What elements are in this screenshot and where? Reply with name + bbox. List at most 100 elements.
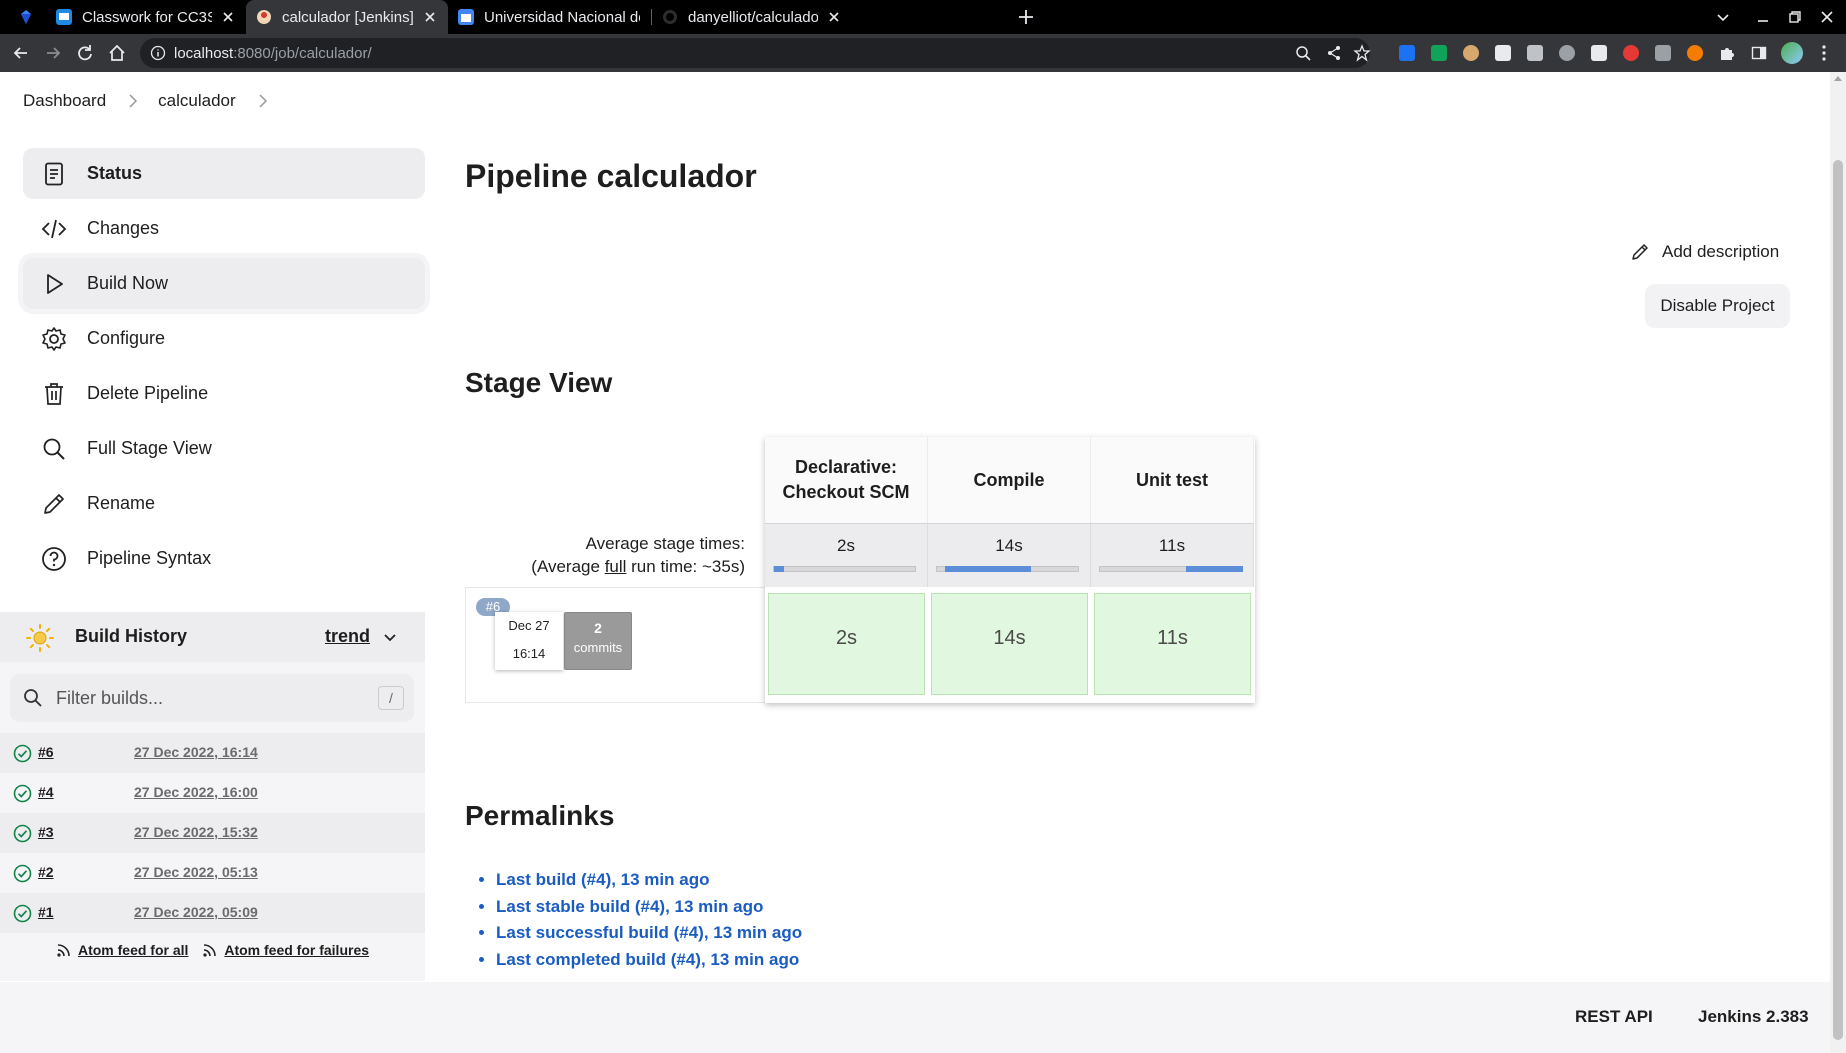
atom-feed-all-link[interactable]: Atom feed for all	[56, 942, 188, 958]
chevron-down-icon[interactable]	[382, 629, 398, 645]
build-date-link[interactable]: 27 Dec 2022, 16:00	[134, 784, 258, 800]
build-date-link[interactable]: 27 Dec 2022, 15:32	[134, 824, 258, 840]
extension-glasses-icon[interactable]	[1495, 45, 1511, 61]
close-icon[interactable]	[422, 9, 438, 25]
build-history-widget: Build History trend / #6 27 Dec 2022, 16…	[0, 612, 425, 981]
extension-openai-icon[interactable]	[1559, 45, 1575, 61]
extension-gem-icon[interactable]	[1399, 45, 1415, 61]
task-changes[interactable]: Changes	[23, 203, 425, 254]
build-number-link[interactable]: #3	[38, 824, 54, 840]
breadcrumb-calculador[interactable]: calculador	[158, 91, 236, 111]
build-row[interactable]: #2 27 Dec 2022, 05:13	[0, 853, 425, 893]
info-icon[interactable]	[150, 45, 166, 61]
zoom-icon[interactable]	[1295, 45, 1311, 61]
back-icon[interactable]	[11, 43, 31, 63]
restore-icon[interactable]	[1787, 9, 1803, 25]
success-check-icon	[13, 784, 32, 803]
extensions-puzzle-icon[interactable]	[1719, 45, 1735, 61]
permalink-last-successful-build[interactable]: Last successful build (#4), 13 min ago	[496, 923, 802, 942]
address-bar[interactable]: localhost:8080/job/calculador/	[140, 38, 1371, 68]
chevron-right-icon[interactable]	[258, 94, 268, 108]
extension-fox-icon[interactable]	[1687, 45, 1703, 61]
build-date-link[interactable]: 27 Dec 2022, 16:14	[134, 744, 258, 760]
stage-run-cell[interactable]: 11s	[1094, 593, 1251, 695]
commit-count: 2	[594, 620, 602, 636]
build-date-link[interactable]: 27 Dec 2022, 05:13	[134, 864, 258, 880]
tab-university[interactable]: Universidad Nacional de I	[448, 0, 650, 34]
extension-camera-icon[interactable]	[1655, 45, 1671, 61]
build-number-link[interactable]: #6	[38, 744, 54, 760]
stage-run-duration: 2s	[835, 627, 858, 649]
star-icon[interactable]	[1353, 44, 1371, 62]
build-row[interactable]: #1 27 Dec 2022, 05:09	[0, 893, 425, 933]
scrollbar-thumb[interactable]	[1833, 160, 1843, 1040]
filter-builds-input[interactable]	[56, 686, 356, 710]
permalink-last-stable-build[interactable]: Last stable build (#4), 13 min ago	[496, 897, 763, 916]
task-build-now[interactable]: Build Now	[23, 258, 425, 309]
build-number-link[interactable]: #1	[38, 904, 54, 920]
share-icon[interactable]	[1326, 45, 1342, 61]
tab-classroom[interactable]: Classwork for CC3S2 A De	[46, 0, 246, 34]
add-description-link[interactable]: Add description	[1630, 242, 1779, 262]
stage-run-duration: 11s	[1157, 627, 1188, 649]
side-panel-icon[interactable]	[1751, 45, 1767, 61]
build-number-link[interactable]: #4	[38, 784, 54, 800]
task-pipeline-syntax[interactable]: Pipeline Syntax	[23, 533, 425, 584]
task-label: Build Now	[87, 273, 169, 293]
stage-name: Compile	[973, 469, 1045, 490]
task-label: Delete Pipeline	[87, 383, 209, 403]
reload-icon[interactable]	[75, 43, 95, 63]
tab-jenkins[interactable]: calculador [Jenkins]	[246, 0, 448, 34]
close-icon[interactable]	[826, 9, 842, 25]
page-viewport: Dashboard calculador Status Changes Buil…	[0, 72, 1846, 1053]
profile-avatar[interactable]	[1781, 42, 1803, 64]
task-label: Status	[87, 163, 143, 183]
extension-database-icon[interactable]	[1527, 45, 1543, 61]
page-scrollbar[interactable]	[1830, 72, 1846, 1053]
chevron-right-icon[interactable]	[128, 94, 138, 108]
new-tab-icon[interactable]	[1017, 8, 1035, 26]
atom-feeds: Atom feed for all Atom feed for failures	[0, 942, 425, 961]
more-menu-icon[interactable]	[1815, 44, 1833, 62]
run-commits[interactable]: 2 commits	[564, 612, 632, 670]
jenkins-icon	[257, 10, 271, 24]
task-status[interactable]: Status	[23, 148, 425, 199]
extension-mail-icon[interactable]	[1431, 45, 1447, 61]
disable-project-button[interactable]: Disable Project	[1645, 284, 1790, 328]
extension-notion-icon[interactable]	[1591, 45, 1607, 61]
forward-icon[interactable]	[43, 43, 63, 63]
stage-run-cell[interactable]: 14s	[931, 593, 1088, 695]
breadcrumb-dashboard[interactable]: Dashboard	[23, 91, 106, 111]
task-full-stage-view[interactable]: Full Stage View	[23, 423, 425, 474]
permalink-last-build[interactable]: Last build (#4), 13 min ago	[496, 870, 709, 889]
trend-link[interactable]: trend	[325, 626, 370, 647]
build-row[interactable]: #6 27 Dec 2022, 16:14	[0, 733, 425, 773]
task-delete-pipeline[interactable]: Delete Pipeline	[23, 368, 425, 419]
tab-github[interactable]: danyelliot/calculador	[652, 0, 852, 34]
pinned-tab[interactable]	[8, 0, 48, 34]
close-icon[interactable]	[220, 9, 236, 25]
build-row[interactable]: #4 27 Dec 2022, 16:00	[0, 773, 425, 813]
build-row[interactable]: #3 27 Dec 2022, 15:32	[0, 813, 425, 853]
task-rename[interactable]: Rename	[23, 478, 425, 529]
atom-feed-failures-link[interactable]: Atom feed for failures	[202, 942, 369, 958]
extension-shield-icon[interactable]	[1623, 45, 1639, 61]
trash-icon	[45, 382, 63, 405]
tab-search-chevron-icon[interactable]	[1715, 9, 1731, 25]
build-number-link[interactable]: #2	[38, 864, 54, 880]
extension-face-icon[interactable]	[1463, 45, 1479, 61]
full-run-link[interactable]: full	[605, 557, 627, 576]
stage-run-cell[interactable]: 2s	[768, 593, 925, 695]
scroll-up-arrow[interactable]	[1834, 76, 1842, 81]
build-date-link[interactable]: 27 Dec 2022, 05:09	[134, 904, 258, 920]
rest-api-link[interactable]: REST API	[1575, 1007, 1653, 1027]
minimize-icon[interactable]	[1755, 9, 1771, 25]
gear-icon	[42, 326, 66, 351]
close-window-icon[interactable]	[1819, 9, 1835, 25]
permalink-last-completed-build[interactable]: Last completed build (#4), 13 min ago	[496, 950, 799, 969]
home-icon[interactable]	[107, 43, 127, 63]
jenkins-version-link[interactable]: Jenkins 2.383	[1698, 1007, 1809, 1027]
run-date[interactable]: Dec 27 16:14	[495, 612, 563, 670]
page-title: Pipeline calculador	[465, 158, 757, 194]
task-configure[interactable]: Configure	[23, 313, 425, 364]
